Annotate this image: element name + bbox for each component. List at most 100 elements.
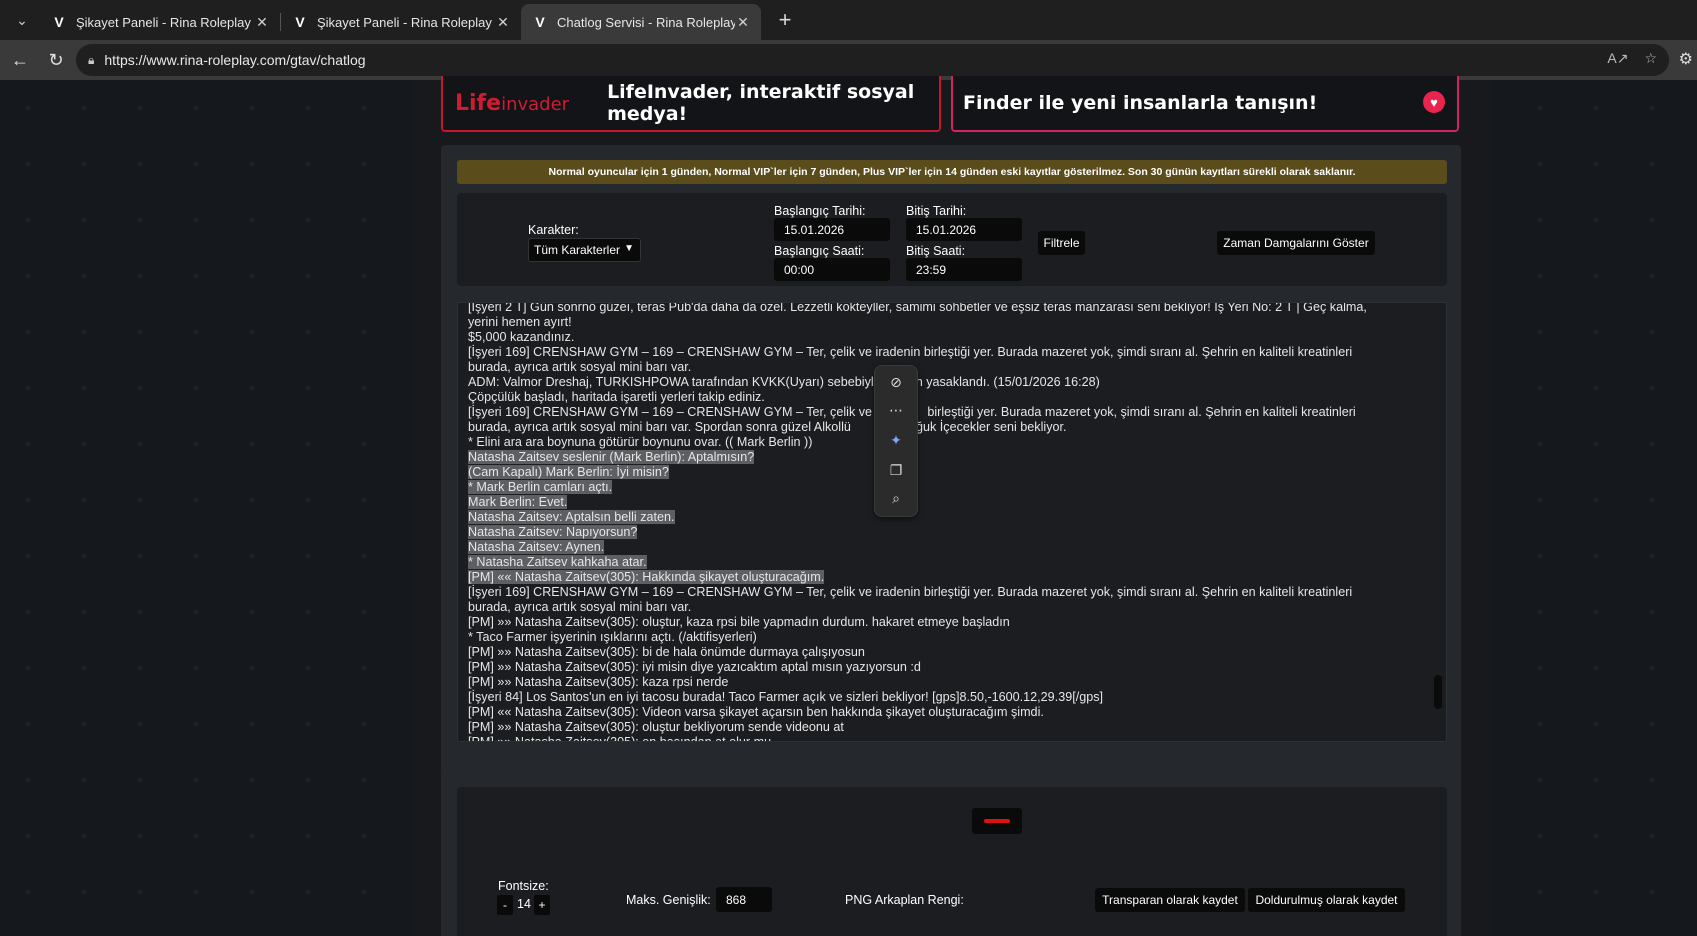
chatlog-line: Çöpçülük başladı, haritada işaretli yerl… — [468, 390, 1408, 405]
fontsize-increase-button[interactable]: + — [534, 895, 550, 915]
filter-button[interactable]: Filtrele — [1038, 231, 1085, 255]
close-tab-icon[interactable]: ✕ — [254, 14, 270, 31]
new-tab-plus-icon[interactable]: + — [769, 4, 801, 36]
selected-text: Natasha Zaitsev: Napıyorsun? — [468, 525, 638, 539]
chatlog-line: * Natasha Zaitsev kahkaha atar. — [468, 555, 1408, 570]
favorite-star-icon[interactable]: ☆ — [1644, 50, 1657, 67]
heart-icon: ♥ — [1423, 91, 1445, 113]
start-date-input[interactable]: 15.01.2026 — [774, 218, 890, 241]
reload-icon[interactable]: ↻ — [38, 44, 74, 76]
line-text: [İşyeri 84] Los Santos'un en iyi tacosu … — [468, 690, 1103, 704]
end-time-input[interactable]: 23:59 — [906, 258, 1022, 281]
selected-text: Natasha Zaitsev: Aynen. — [468, 540, 605, 554]
site-favicon-icon: V — [535, 14, 545, 30]
chatlog-line: [İşyeri 169] CRENSHAW GYM – 169 – CRENSH… — [468, 405, 1408, 420]
line-text: Çöpçülük başladı, haritada işaretli yerl… — [468, 390, 765, 404]
ad-banner: Lifeinvader LifeInvader, interaktif sosy… — [441, 76, 1460, 134]
png-bg-color-picker[interactable] — [972, 808, 1022, 834]
extensions-icon[interactable]: ⚙ — [1679, 49, 1693, 69]
chatlog-line: [PM] «« Natasha Zaitsev(305): Hakkında ş… — [468, 570, 1408, 585]
close-tab-icon[interactable]: ✕ — [495, 14, 511, 31]
url-text: https://www.rina-roleplay.com/gtav/chatl… — [104, 52, 366, 68]
selected-text: Natasha Zaitsev seslenir (Mark Berlin): … — [468, 450, 755, 464]
end-date-label: Bitiş Tarihi: — [906, 204, 967, 218]
chatlog-line: Natasha Zaitsev: Aptalsın belli zaten. — [468, 510, 1408, 525]
chatlog-output[interactable]: [İşyeri 2 T] Gün sonrnö güzeı, teras Pub… — [457, 302, 1447, 742]
copilot-icon[interactable]: ✦ — [875, 432, 917, 449]
chatlog-line: * Elini ara ara boynuna götürür boynunu … — [468, 435, 1408, 450]
line-text: [PM] »» Natasha Zaitsev(305): bi de hala… — [468, 645, 865, 659]
back-arrow-icon[interactable]: ← — [2, 44, 38, 76]
selected-text: [PM] «« Natasha Zaitsev(305): Hakkında ş… — [468, 570, 825, 584]
chatlog-line: burada, ayrıca artık sosyal mini barı va… — [468, 420, 1408, 435]
finder-banner[interactable]: Finder ile yeni insanlarla tanışın! ♥ — [951, 76, 1459, 132]
close-tab-icon[interactable]: ✕ — [735, 14, 751, 31]
end-date-input[interactable]: 15.01.2026 — [906, 218, 1022, 241]
line-text: burada, ayrıca artık sosyal mini barı va… — [468, 600, 692, 614]
chatlog-line: [PM] «« Natasha Zaitsev(305): Videon var… — [468, 705, 1408, 720]
browser-tab-3-active[interactable]: V Chatlog Servisi - Rina Roleplay GTA ✕ — [521, 4, 761, 40]
search-icon[interactable]: ⌕ — [875, 490, 917, 507]
site-favicon-icon: V — [54, 14, 64, 30]
lock-icon: 🔒︎ — [88, 52, 95, 67]
save-transparent-button[interactable]: Transparan olarak kaydet — [1095, 888, 1245, 912]
chatlog-line: Mark Berlin: Evet. — [468, 495, 1408, 510]
lifeinvader-text: LifeInvader, interaktif sosyal medya! — [607, 81, 915, 125]
site-favicon-icon: V — [295, 14, 305, 30]
line-text: [PM] »» Natasha Zaitsev(305): oluştur be… — [468, 720, 844, 734]
line-text: [PM] »» Natasha Zaitsev(305): oluştur, k… — [468, 615, 1010, 629]
line-text: * Elini ara ara boynuna götürür boynunu … — [468, 435, 813, 449]
line-text: $5,000 kazandınız. — [468, 330, 575, 344]
read-aloud-icon[interactable]: A↗ — [1607, 50, 1628, 67]
browser-tab-2[interactable]: V Şikayet Paneli - Rina Roleplay GTA ✕ — [281, 4, 521, 40]
text-selection-popup: ⊘ ⋯ ✦ ❐ ⌕ — [874, 365, 918, 517]
copy-icon[interactable]: ❐ — [875, 462, 917, 479]
chatlog-line: [İşyeri 169] CRENSHAW GYM – 169 – CRENSH… — [468, 345, 1408, 360]
selected-text: Mark Berlin: Evet. — [468, 495, 568, 509]
selected-text: Natasha Zaitsev: Aptalsın belli zaten. — [468, 510, 675, 524]
more-options-icon[interactable]: ⋯ — [875, 402, 917, 419]
lifeinvader-logo: Lifeinvader — [455, 90, 570, 116]
address-bar[interactable]: 🔒︎ https://www.rina-roleplay.com/gtav/ch… — [76, 44, 1669, 76]
export-tools-box — [457, 787, 1447, 936]
chatlog-line: * Taco Farmer işyerinin ışıklarını açtı.… — [468, 630, 1408, 645]
fontsize-value: 14 — [517, 897, 531, 911]
lifeinvader-banner[interactable]: Lifeinvader LifeInvader, interaktif sosy… — [441, 76, 941, 132]
hide-eye-icon[interactable]: ⊘ — [875, 374, 917, 391]
start-date-label: Başlangıç Tarihi: — [774, 204, 866, 218]
selected-text: * Natasha Zaitsev kahkaha atar. — [468, 555, 647, 569]
save-filled-button[interactable]: Doldurulmuş olarak kaydet — [1248, 888, 1405, 912]
line-text: burada, ayrıca artık sosyal mini barı va… — [468, 420, 1067, 434]
chatlog-line: * Mark Berlin camları açtı. — [468, 480, 1408, 495]
chatlog-line: [PM] »» Natasha Zaitsev(305): oluştur, k… — [468, 615, 1408, 630]
tab-title: Şikayet Paneli - Rina Roleplay GTA — [76, 14, 254, 30]
chatlog-line: yerini hemen ayırt! — [468, 315, 1408, 330]
browser-tab-1[interactable]: V Şikayet Paneli - Rina Roleplay GTA ✕ — [40, 4, 280, 40]
chatlog-line: [İşyeri 169] CRENSHAW GYM – 169 – CRENSH… — [468, 585, 1408, 600]
chatlog-line: Natasha Zaitsev seslenir (Mark Berlin): … — [468, 450, 1408, 465]
chatlog-line: burada, ayrıca artık sosyal mini barı va… — [468, 600, 1408, 615]
line-text: ADM: Valmor Dreshaj, TURKISHPOWA tarafın… — [468, 375, 1100, 389]
line-text: [PM] «« Natasha Zaitsev(305): Videon var… — [468, 705, 1044, 719]
line-text: [İşyeri 2 T] Gün sonrnö güzeı, teras Pub… — [468, 302, 1367, 314]
chatlog-line: [PM] »» Natasha Zaitsev(305): oluştur be… — [468, 720, 1408, 735]
start-time-input[interactable]: 00:00 — [774, 258, 890, 281]
line-text: [İşyeri 169] CRENSHAW GYM – 169 – CRENSH… — [468, 585, 1353, 599]
png-bg-label: PNG Arkaplan Rengi: — [845, 893, 964, 907]
color-swatch — [984, 819, 1010, 823]
chatlog-line: [PM] »» Natasha Zaitsev(305): bi de hala… — [468, 645, 1408, 660]
chatlog-lines: [İşyeri 2 T] Gün sonrnö güzeı, teras Pub… — [468, 302, 1408, 741]
fontsize-decrease-button[interactable]: - — [497, 895, 513, 915]
chatlog-line: [PM] »» Natasha Zaitsev(305): iyi misin … — [468, 660, 1408, 675]
max-width-input[interactable]: 868 — [716, 887, 772, 912]
line-text: burada, ayrıca artık sosyal mini barı va… — [468, 360, 692, 374]
scrollbar-thumb[interactable] — [1434, 675, 1442, 709]
selected-text: * Mark Berlin camları açtı. — [468, 480, 613, 494]
start-time-label: Başlangıç Saati: — [774, 244, 865, 258]
show-timestamps-button[interactable]: Zaman Damgalarını Göster — [1217, 231, 1375, 255]
tab-title: Şikayet Paneli - Rina Roleplay GTA — [317, 14, 495, 30]
tab-actions-chevron-icon[interactable]: ⌄ — [4, 4, 40, 36]
character-select[interactable]: Tüm Karakterler ▼ — [528, 238, 641, 262]
fontsize-label: Fontsize: — [498, 879, 549, 893]
chatlog-line: [İşyeri 2 T] Gün sonrnö güzeı, teras Pub… — [468, 302, 1408, 315]
